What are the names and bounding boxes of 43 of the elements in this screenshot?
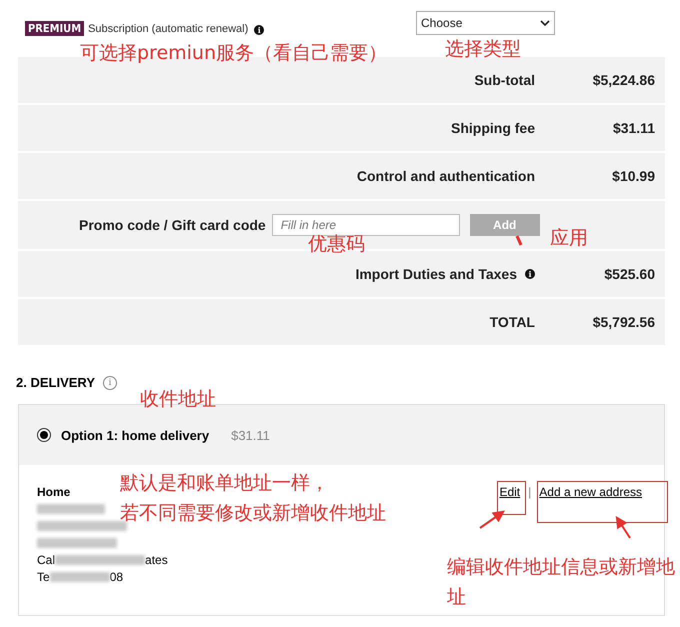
summary-value: $31.11: [612, 120, 655, 136]
blurred-text: [37, 504, 105, 514]
subscription-label: Subscription (automatic renewal): [88, 22, 248, 34]
address-text: Cal: [37, 553, 56, 567]
summary-value: $5,792.56: [592, 314, 655, 330]
summary-label: Shipping fee: [451, 120, 535, 136]
annotation-note: 应用: [550, 226, 588, 251]
add-address-link[interactable]: Add a new address: [539, 485, 642, 499]
edit-link[interactable]: Edit: [499, 485, 520, 499]
section-heading: 2. DELIVERY: [16, 375, 95, 390]
arrow: [616, 516, 631, 539]
type-select[interactable]: Choose: [416, 10, 555, 34]
summary-label: Sub-total: [474, 72, 535, 88]
annotation-note: 默认是和账单地址一样，: [120, 471, 329, 496]
arrow: [479, 510, 505, 529]
address-title: Home: [37, 485, 72, 499]
summary-label: TOTAL: [490, 314, 535, 330]
annotation-note: 选择类型: [445, 37, 521, 62]
chevron-icon: [540, 20, 550, 26]
radio-button[interactable]: [37, 428, 51, 442]
info-icon[interactable]: i: [525, 269, 535, 279]
premium-badge: PREMIUM: [25, 21, 84, 36]
annotation-note: 编辑收件地址信息或新增地址: [447, 555, 676, 610]
summary-label: Control and authentication: [356, 168, 535, 184]
address-text: 08: [110, 570, 124, 584]
info-icon[interactable]: i: [102, 376, 117, 390]
address-text: ates: [145, 553, 168, 567]
promo-label: Promo code / Gift card code: [79, 217, 266, 233]
highlight-frame: [497, 481, 526, 515]
annotation-note: 可选择premiun服务（看自己需要）: [80, 41, 388, 66]
address-text: Te: [37, 570, 50, 584]
separator: |: [528, 485, 532, 499]
promo-code-field[interactable]: Fill in here: [272, 214, 460, 236]
summary-value: $10.99: [611, 168, 655, 184]
option-label: Option 1: home delivery: [61, 428, 210, 442]
blurred-text: [50, 572, 110, 582]
annotation-note: 若不同需要修改或新增收件地址: [120, 501, 386, 526]
info-icon[interactable]: i: [254, 24, 264, 34]
annotation-note: 收件地址: [140, 387, 216, 412]
summary-value: $5,224.86: [592, 72, 655, 88]
summary-value: $525.60: [603, 266, 655, 282]
option-price: $31.11: [231, 428, 270, 442]
summary-label: Import Duties and Taxes: [355, 266, 517, 282]
